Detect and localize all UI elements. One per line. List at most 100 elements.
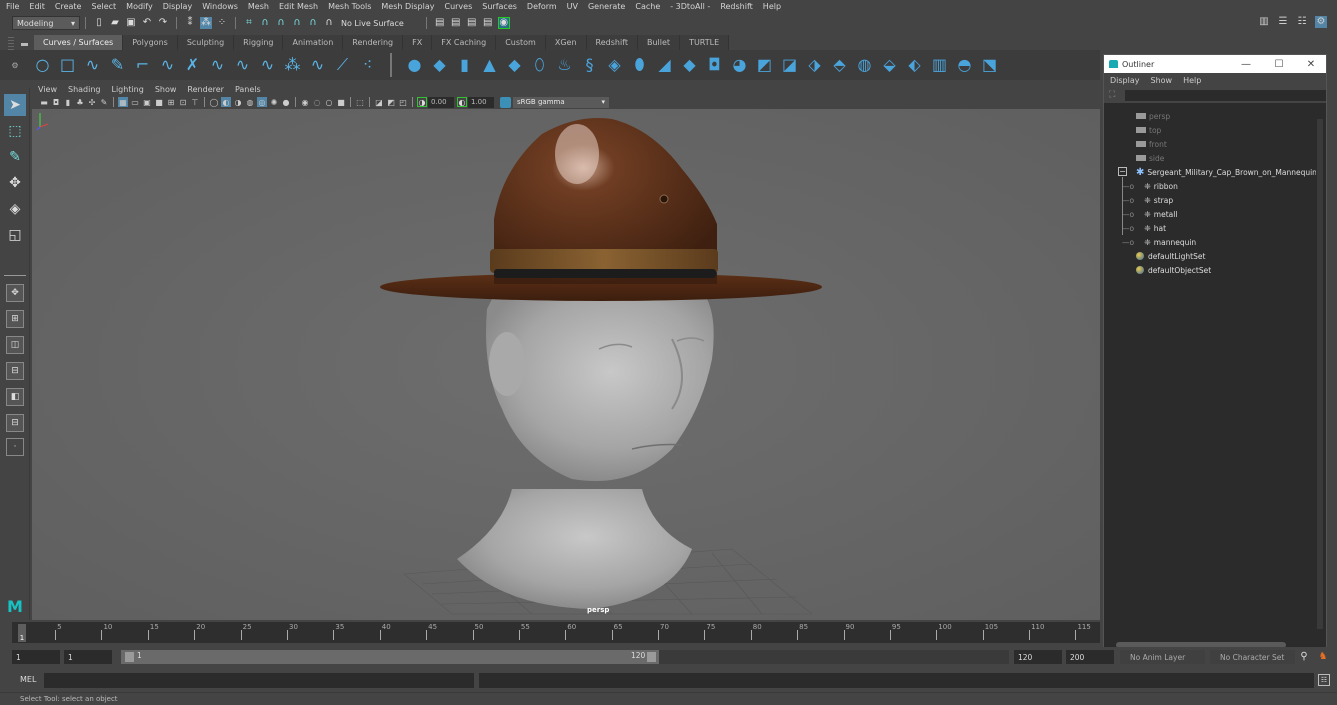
bevel-plus-icon[interactable]: ◆	[679, 54, 701, 76]
outliner-menu-display[interactable]: Display	[1110, 76, 1140, 85]
outliner-menu-help[interactable]: Help	[1183, 76, 1201, 85]
field-chart-icon[interactable]: ⊞	[166, 97, 176, 107]
current-frame-marker[interactable]: 1	[18, 624, 26, 642]
lasso-tool-icon[interactable]: ⬚	[4, 120, 26, 142]
nurbs-plane-icon[interactable]: ◆	[504, 54, 526, 76]
arc-tool-icon[interactable]: ⌐	[132, 54, 154, 76]
range-slider[interactable]: 1 120	[121, 650, 1009, 664]
outliner-item-side[interactable]: side	[1136, 151, 1164, 165]
use-all-lights-icon[interactable]: ✺	[269, 97, 279, 107]
select-camera-icon[interactable]: ▬	[39, 97, 49, 107]
isolate-select-icon[interactable]: ⬚	[355, 97, 365, 107]
tab-polygons[interactable]: Polygons	[123, 35, 178, 50]
outliner-item-group[interactable]: ✱ Sergeant_Military_Cap_Brown_on_Mannequ…	[1136, 165, 1321, 179]
outliner-item-default-object-set[interactable]: defaultObjectSet	[1136, 263, 1211, 277]
xray-icon[interactable]: ◪	[374, 97, 384, 107]
outliner-item-default-light-set[interactable]: defaultLightSet	[1136, 249, 1205, 263]
paint-select-tool-icon[interactable]: ✎	[4, 146, 26, 168]
view-transform-dropdown[interactable]: sRGB gamma ▾	[513, 96, 609, 108]
gate-mask-icon[interactable]: ■	[154, 97, 164, 107]
menu-mesh-tools[interactable]: Mesh Tools	[328, 2, 371, 11]
revolve-icon[interactable]: ♨	[554, 54, 576, 76]
bookmarks-icon[interactable]: ▮	[63, 97, 73, 107]
menu-deform[interactable]: Deform	[527, 2, 557, 11]
undo-icon[interactable]: ↶	[141, 17, 153, 29]
menu-file[interactable]: File	[6, 2, 19, 11]
select-hierarchy-icon[interactable]: ⁑	[184, 17, 196, 29]
two-pane-side-layout-icon[interactable]: ◫	[6, 336, 24, 354]
outliner-title-bar[interactable]: Outliner — ☐ ✕	[1104, 55, 1326, 73]
outliner-item-ribbon[interactable]: —o ❈ ribbon	[1122, 179, 1178, 193]
tab-custom[interactable]: Custom	[496, 35, 546, 50]
detach-surfaces-icon[interactable]: ⬘	[829, 54, 851, 76]
close-icon[interactable]: ✕	[1301, 57, 1321, 71]
collapse-toggle-icon[interactable]: −	[1118, 167, 1127, 176]
tab-sculpting[interactable]: Sculpting	[177, 35, 235, 50]
three-pane-layout-icon[interactable]: ◧	[6, 388, 24, 406]
surface-editing-icon[interactable]: ⬔	[979, 54, 1001, 76]
playback-end-field[interactable]: 120	[1014, 650, 1062, 664]
tab-curves-surfaces[interactable]: Curves / Surfaces	[34, 35, 124, 50]
two-pane-stacked-layout-icon[interactable]: ⊟	[6, 362, 24, 380]
viewport-menu-panels[interactable]: Panels	[235, 85, 261, 94]
menu-redshift[interactable]: Redshift	[720, 2, 752, 11]
wireframe-on-shaded-icon[interactable]: ◍	[245, 97, 255, 107]
render-settings-icon[interactable]: ▤	[482, 17, 494, 29]
viewport-menu-lighting[interactable]: Lighting	[111, 85, 143, 94]
attach-curves-icon[interactable]: ∿	[157, 54, 179, 76]
outliner-item-front[interactable]: front	[1136, 137, 1167, 151]
range-slider-fill[interactable]	[121, 650, 659, 664]
boolean-union-icon[interactable]: ◘	[704, 54, 726, 76]
start-time-field[interactable]: 1	[12, 650, 60, 664]
menu-3dtoall[interactable]: - 3DtoAll -	[670, 2, 710, 11]
tab-rendering[interactable]: Rendering	[343, 35, 404, 50]
nurbs-cone-icon[interactable]: ▲	[479, 54, 501, 76]
tab-redshift[interactable]: Redshift	[586, 35, 638, 50]
rebuild-surface-icon[interactable]: ▥	[929, 54, 951, 76]
outliner-menu-show[interactable]: Show	[1151, 76, 1173, 85]
snap-grid-icon[interactable]: ⌗	[243, 17, 255, 29]
default-material-icon[interactable]: ◑	[233, 97, 243, 107]
viewport-menu-shading[interactable]: Shading	[68, 85, 101, 94]
exposure-field[interactable]: 0.00	[428, 96, 454, 108]
snap-view-plane-icon[interactable]: ∩	[291, 17, 303, 29]
minimize-icon[interactable]: —	[1236, 57, 1256, 71]
snap-curve-icon[interactable]: ∩	[259, 17, 271, 29]
scrollbar-thumb[interactable]	[1317, 119, 1323, 629]
open-close-surface-icon[interactable]: ◍	[854, 54, 876, 76]
offset-curve-icon[interactable]: ∿	[257, 54, 279, 76]
2d-pan-zoom-icon[interactable]: ✣	[87, 97, 97, 107]
film-gate-icon[interactable]: ▭	[130, 97, 140, 107]
planar-icon[interactable]: ◈	[604, 54, 626, 76]
drag-handle[interactable]	[8, 37, 14, 50]
channel-box-icon[interactable]: ☰	[1277, 16, 1289, 28]
outliner-vertical-scrollbar[interactable]	[1316, 109, 1324, 639]
cv-curve-tool-icon[interactable]: ∿	[82, 54, 104, 76]
save-scene-icon[interactable]: ▣	[125, 17, 137, 29]
nurbs-torus-icon[interactable]: ⬯	[529, 54, 551, 76]
open-scene-icon[interactable]: ▰	[109, 17, 121, 29]
extrude-icon[interactable]: ⬮	[629, 54, 651, 76]
color-management-icon[interactable]	[500, 96, 511, 108]
render-frame-icon[interactable]: ▤	[450, 17, 462, 29]
tab-rigging[interactable]: Rigging	[234, 35, 284, 50]
character-set-dropdown[interactable]: No Character Set	[1210, 650, 1295, 664]
modeling-toolkit-icon[interactable]: ▥	[1258, 16, 1270, 28]
camera-attributes-icon[interactable]: ◘	[51, 97, 61, 107]
xray-active-icon[interactable]: ◩	[386, 97, 396, 107]
anti-aliasing-icon[interactable]: ○	[324, 97, 334, 107]
tab-fx[interactable]: FX	[403, 35, 433, 50]
insert-knot-icon[interactable]: ∿	[307, 54, 329, 76]
menu-create[interactable]: Create	[55, 2, 82, 11]
select-tool-icon[interactable]: ➤	[4, 94, 26, 116]
outliner-item-mannequin[interactable]: —o ❈ mannequin	[1122, 235, 1196, 249]
trim-tool-icon[interactable]: ◪	[779, 54, 801, 76]
viewport-persp[interactable]: persp	[32, 109, 1100, 620]
menu-help[interactable]: Help	[763, 2, 781, 11]
redo-icon[interactable]: ↷	[157, 17, 169, 29]
playback-start-field[interactable]: 1	[64, 650, 112, 664]
menu-mesh-display[interactable]: Mesh Display	[381, 2, 434, 11]
boolean-difference-icon[interactable]: ◕	[729, 54, 751, 76]
shelf-menu-icon[interactable]	[18, 38, 30, 50]
smooth-shade-icon[interactable]: ◐	[221, 97, 231, 107]
